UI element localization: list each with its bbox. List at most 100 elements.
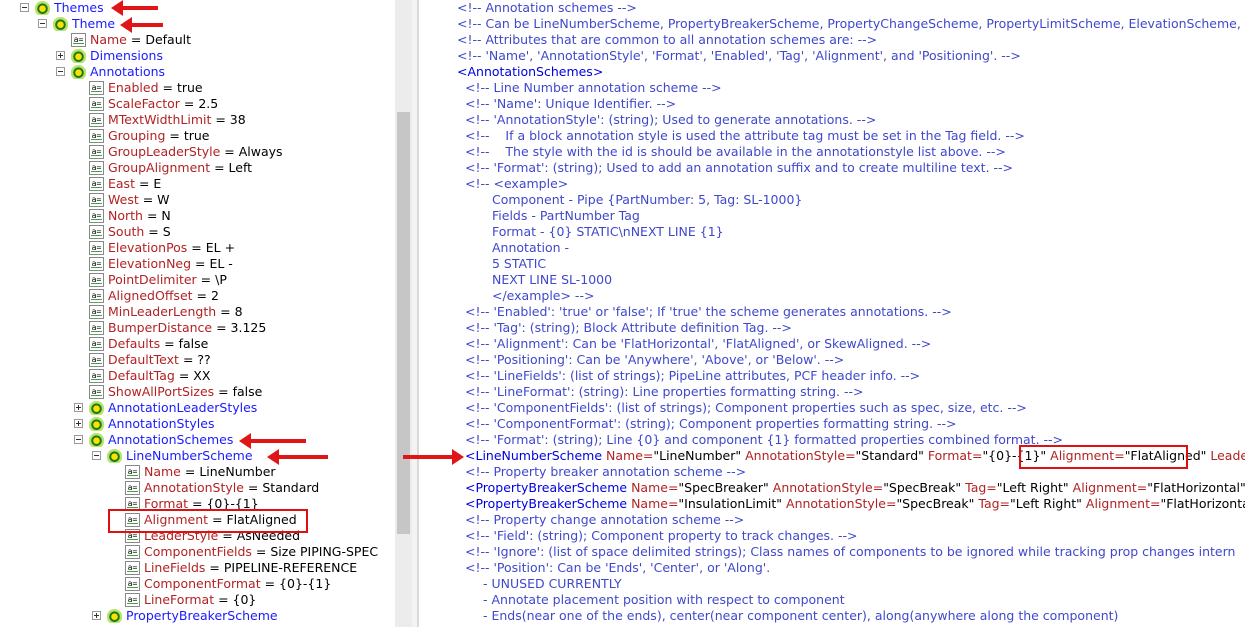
attribute-name: LineFormat bbox=[144, 592, 215, 607]
attribute-name: ElevationNeg bbox=[108, 256, 192, 271]
xml-line: <!-- If a block annotation style is used… bbox=[465, 128, 1025, 143]
tree-node-dimensions[interactable]: Dimensions bbox=[0, 48, 395, 64]
tree-attr-mtextwidthlimit[interactable]: a= MTextWidthLimit = 38 bbox=[0, 112, 395, 128]
tree-attr-elevationneg[interactable]: a= ElevationNeg = EL - bbox=[0, 256, 395, 272]
tree-attr-enabled[interactable]: a= Enabled = true bbox=[0, 80, 395, 96]
attribute-name: LineFields bbox=[144, 560, 206, 575]
tree-attr-elevationpos[interactable]: a= ElevationPos = EL + bbox=[0, 240, 395, 256]
xml-line: - Annotate placement position with respe… bbox=[483, 592, 845, 607]
scrollbar-thumb[interactable] bbox=[397, 112, 410, 534]
attribute-icon: a= bbox=[125, 545, 140, 559]
attribute-value: ?? bbox=[197, 352, 211, 367]
xml-line: <!-- 'Tag': (string); Block Attribute de… bbox=[465, 320, 792, 335]
tree-attr-south[interactable]: a= South = S bbox=[0, 224, 395, 240]
tree-node-theme[interactable]: Theme bbox=[0, 16, 395, 32]
attribute-icon: a= bbox=[125, 481, 140, 495]
element-icon bbox=[53, 17, 68, 31]
attribute-icon: a= bbox=[125, 577, 140, 591]
attribute-name: ElevationPos bbox=[108, 240, 188, 255]
tree-attr-groupleaderstyle[interactable]: a= GroupLeaderStyle = Always bbox=[0, 144, 395, 160]
attribute-name: MTextWidthLimit bbox=[108, 112, 212, 127]
tree-node-themes[interactable]: Themes bbox=[0, 0, 395, 16]
element-icon bbox=[89, 417, 104, 431]
attribute-name: Enabled bbox=[108, 80, 159, 95]
tree-attr-minleaderlength[interactable]: a= MinLeaderLength = 8 bbox=[0, 304, 395, 320]
tree-attr-grouping[interactable]: a= Grouping = true bbox=[0, 128, 395, 144]
tree-attr-east[interactable]: a= East = E bbox=[0, 176, 395, 192]
tree-attr-showallportsizes[interactable]: a= ShowAllPortSizes = false bbox=[0, 384, 395, 400]
xml-line: <!-- The style with the id is should be … bbox=[465, 144, 1006, 159]
tree-attr-defaults[interactable]: a= Defaults = false bbox=[0, 336, 395, 352]
tree-node-line-number-scheme[interactable]: LineNumberScheme bbox=[0, 448, 395, 464]
attribute-value: {0}-{1} bbox=[279, 576, 332, 591]
collapse-toggle[interactable] bbox=[38, 19, 47, 28]
tree-node-annotation-leader-styles[interactable]: AnnotationLeaderStyles bbox=[0, 400, 395, 416]
tree-attr-defaulttag[interactable]: a= DefaultTag = XX bbox=[0, 368, 395, 384]
attribute-name: ComponentFields bbox=[144, 544, 252, 559]
tree-attr-defaulttext[interactable]: a= DefaultText = ?? bbox=[0, 352, 395, 368]
xml-line: <!-- Annotation schemes --> bbox=[457, 0, 637, 15]
expand-toggle[interactable] bbox=[74, 403, 83, 412]
tree-vertical-scrollbar[interactable] bbox=[395, 0, 412, 627]
attribute-name: East bbox=[108, 176, 135, 191]
attribute-value: false bbox=[232, 384, 263, 399]
xml-tree-view[interactable]: Themes Theme a= Name = Default Dimension… bbox=[0, 0, 395, 627]
tree-attr-annotationstyle[interactable]: a= AnnotationStyle = Standard bbox=[0, 480, 395, 496]
xml-line: </example> --> bbox=[492, 288, 595, 303]
xml-line: Fields - PartNumber Tag bbox=[492, 208, 640, 223]
xml-line: <!-- Attributes that are common to all a… bbox=[457, 32, 878, 47]
attribute-value: Standard bbox=[262, 480, 320, 495]
tree-attr-west[interactable]: a= West = W bbox=[0, 192, 395, 208]
tree-attr-scalefactor[interactable]: a= ScaleFactor = 2.5 bbox=[0, 96, 395, 112]
tree-attr-alignedoffset[interactable]: a= AlignedOffset = 2 bbox=[0, 288, 395, 304]
tree-attr-componentfields[interactable]: a= ComponentFields = Size PIPING-SPEC bbox=[0, 544, 395, 560]
attribute-value: 2.5 bbox=[198, 96, 219, 111]
tree-node-property-breaker-scheme[interactable]: PropertyBreakerScheme bbox=[0, 608, 395, 624]
collapse-toggle[interactable] bbox=[92, 451, 101, 460]
tree-attr-north[interactable]: a= North = N bbox=[0, 208, 395, 224]
xml-line: <!-- 'Name', 'AnnotationStyle', 'Format'… bbox=[457, 48, 1021, 63]
xml-source-view[interactable]: <!-- Annotation schemes --> <!-- Can be … bbox=[419, 0, 1245, 627]
xml-line: - Ends(near one of the ends), center(nea… bbox=[483, 608, 1119, 623]
collapse-toggle[interactable] bbox=[74, 435, 83, 444]
expand-toggle[interactable] bbox=[56, 51, 65, 60]
arrow-annotation-schemes bbox=[239, 433, 306, 449]
attribute-icon: a= bbox=[89, 209, 104, 223]
tree-attr-groupalignment[interactable]: a= GroupAlignment = Left bbox=[0, 160, 395, 176]
attribute-icon: a= bbox=[89, 161, 104, 175]
xml-line: <!-- Can be LineNumberScheme, PropertyBr… bbox=[457, 16, 1245, 31]
xml-line: <!-- 'Field': (string); Component proper… bbox=[465, 528, 858, 543]
tree-node-annotation-styles[interactable]: AnnotationStyles bbox=[0, 416, 395, 432]
xml-line: <!-- Property breaker annotation scheme … bbox=[465, 464, 747, 479]
xml-line: <!-- 'LineFormat': (string): Line proper… bbox=[465, 384, 864, 399]
tree-node-annotation-schemes[interactable]: AnnotationSchemes bbox=[0, 432, 395, 448]
attribute-value: EL + bbox=[205, 240, 236, 255]
attribute-icon: a= bbox=[89, 193, 104, 207]
tree-attr-pointdelimiter[interactable]: a= PointDelimiter = \P bbox=[0, 272, 395, 288]
tree-attr-name[interactable]: a= Name = LineNumber bbox=[0, 464, 395, 480]
collapse-toggle[interactable] bbox=[20, 3, 29, 12]
tree-attr-name[interactable]: a= Name = Default bbox=[0, 32, 395, 48]
expand-toggle[interactable] bbox=[92, 611, 101, 620]
attribute-value: W bbox=[157, 192, 170, 207]
tree-node-annotations[interactable]: Annotations bbox=[0, 64, 395, 80]
attribute-value: XX bbox=[193, 368, 211, 383]
attribute-name: BumperDistance bbox=[108, 320, 213, 335]
attribute-value: PIPELINE-REFERENCE bbox=[223, 560, 358, 575]
xml-line: <!-- <example> bbox=[465, 176, 569, 191]
attribute-value: 38 bbox=[229, 112, 246, 127]
xml-line: <!-- 'Enabled': 'true' or 'false'; If 't… bbox=[465, 304, 952, 319]
attribute-value: LineNumber bbox=[199, 464, 276, 479]
arrow-xml-line-number-scheme bbox=[403, 449, 464, 465]
attribute-icon: a= bbox=[89, 129, 104, 143]
tree-attr-linefields[interactable]: a= LineFields = PIPELINE-REFERENCE bbox=[0, 560, 395, 576]
element-icon bbox=[71, 65, 86, 79]
attribute-value: 2 bbox=[210, 288, 219, 303]
tree-attr-bumperdistance[interactable]: a= BumperDistance = 3.125 bbox=[0, 320, 395, 336]
xml-line: <!-- 'ComponentFields': (list of strings… bbox=[465, 400, 1027, 415]
arrow-theme bbox=[120, 17, 163, 33]
tree-attr-lineformat[interactable]: a= LineFormat = {0} bbox=[0, 592, 395, 608]
collapse-toggle[interactable] bbox=[56, 67, 65, 76]
tree-attr-componentformat[interactable]: a= ComponentFormat = {0}-{1} bbox=[0, 576, 395, 592]
expand-toggle[interactable] bbox=[74, 419, 83, 428]
